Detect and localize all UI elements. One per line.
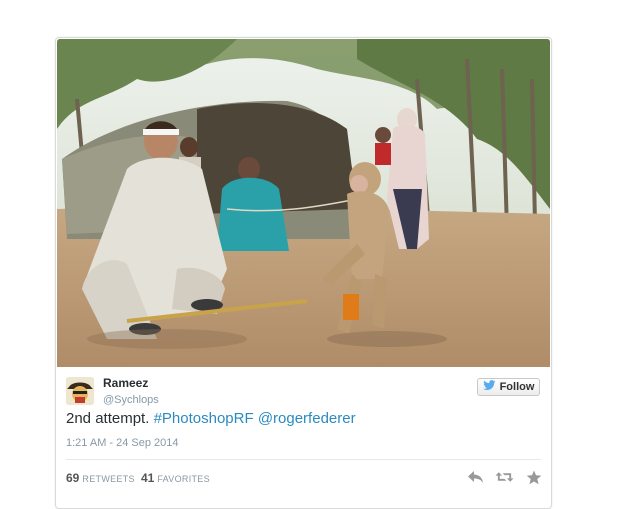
tweet-text-plain: 2nd attempt. bbox=[66, 410, 154, 427]
timestamp[interactable]: 1:21 AM - 24 Sep 2014 bbox=[66, 437, 179, 449]
divider bbox=[66, 459, 541, 460]
mention-link[interactable]: @rogerfederer bbox=[258, 410, 356, 427]
retweets-label[interactable]: Retweets bbox=[82, 474, 134, 484]
follow-label: Follow bbox=[499, 381, 535, 393]
tweet-card: Rameez @Sychlops Follow 2nd attempt. #Ph… bbox=[55, 37, 552, 509]
tweet-actions bbox=[466, 469, 543, 485]
favorites-label[interactable]: Favorites bbox=[157, 474, 210, 484]
favorites-count[interactable]: 41 bbox=[141, 471, 154, 485]
star-icon[interactable] bbox=[524, 469, 543, 485]
retweets-count[interactable]: 69 bbox=[66, 471, 79, 485]
twitter-bird-icon bbox=[482, 380, 496, 394]
tweet-stats: 69 Retweets 41 Favorites bbox=[66, 471, 210, 485]
retweet-icon[interactable] bbox=[495, 469, 514, 485]
tweet-photo[interactable] bbox=[57, 39, 550, 367]
tweet-text: 2nd attempt. #PhotoshopRF @rogerfederer bbox=[66, 410, 356, 427]
user-handle[interactable]: @Sychlops bbox=[103, 394, 159, 406]
follow-button[interactable]: Follow bbox=[477, 378, 540, 396]
reply-icon[interactable] bbox=[466, 469, 485, 485]
avatar[interactable] bbox=[66, 377, 94, 405]
user-name[interactable]: Rameez bbox=[103, 376, 148, 390]
hashtag-link[interactable]: #PhotoshopRF bbox=[154, 410, 254, 427]
